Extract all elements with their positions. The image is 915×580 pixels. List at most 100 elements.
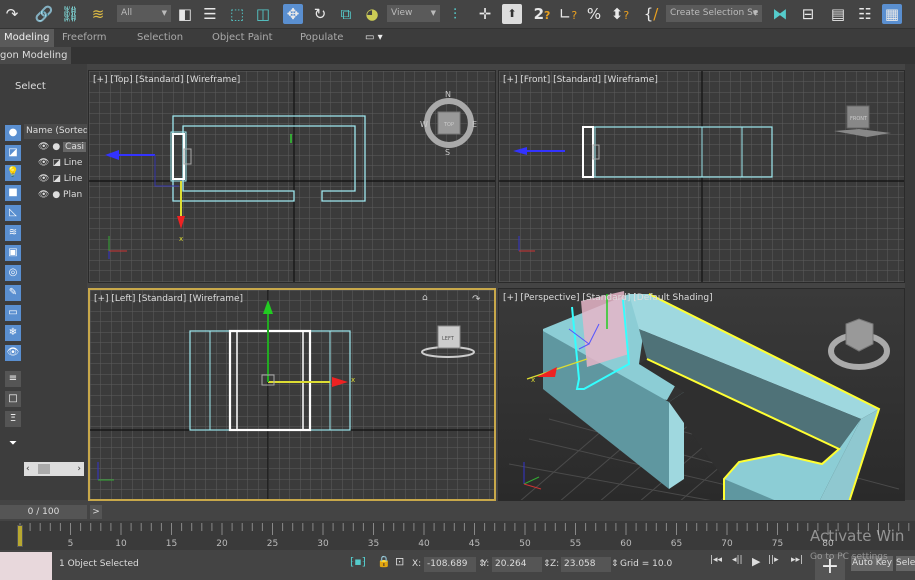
display-bones-icon[interactable]: ✎	[5, 285, 21, 301]
grid-spacing: Grid = 10.0	[620, 559, 673, 569]
scene-explorer-icon[interactable]: ☷	[855, 4, 875, 24]
pivot-icon[interactable]: ◕	[362, 4, 382, 24]
display-spacewarps-icon[interactable]: ≋	[5, 225, 21, 241]
display-cameras-icon[interactable]: ■	[5, 185, 21, 201]
chevron-down-icon: ▼	[161, 9, 167, 17]
display-shapes-icon[interactable]: ◪	[5, 145, 21, 161]
select-object-icon[interactable]: ◧	[175, 4, 195, 24]
list-item[interactable]: 👁 ◪ Line	[38, 156, 82, 171]
pivot-center-icon[interactable]: ⫶	[445, 4, 465, 24]
name-column-header[interactable]: Name (Sorted A	[24, 124, 87, 139]
viewcube	[845, 318, 874, 352]
viewport-perspective[interactable]: x [+] [Perspective] [Standard] [Default …	[498, 288, 905, 501]
align-icon[interactable]: ⊟	[798, 4, 818, 24]
tab-selection[interactable]: Selection	[137, 29, 183, 47]
list-item[interactable]: 👁 ● Plan	[38, 188, 82, 203]
horizontal-scrollbar[interactable]: ‹ ›	[24, 462, 84, 476]
move-icon[interactable]: ✥	[283, 4, 303, 24]
viewport-left-active[interactable]: x LEFT ⌂ ↷ [+] [Left] [Standard] [Wirefr…	[88, 288, 496, 501]
visibility-eye-icon[interactable]: 👁	[38, 142, 49, 152]
viewport-label[interactable]: [+] [Perspective] [Standard] [Default Sh…	[503, 293, 713, 303]
isolate-selection-icon[interactable]: ⁅▪⁆	[350, 555, 366, 568]
unlink-icon[interactable]: ⛓	[60, 4, 80, 24]
display-helpers-icon[interactable]: ◺	[5, 205, 21, 221]
time-slider-thumb[interactable]: 0 / 100	[0, 505, 87, 519]
x-coordinate-field[interactable]: -108.689	[424, 557, 476, 572]
select-menu[interactable]: Select	[15, 81, 46, 92]
scroll-thumb[interactable]	[38, 464, 50, 474]
viewport-label[interactable]: [+] [Top] [Standard] [Wireframe]	[93, 75, 240, 85]
viewport-front[interactable]: FRONT [+] [Front] [Standard] [Wireframe]	[498, 70, 905, 283]
ribbon-options-icon[interactable]: ▭ ▾	[365, 29, 383, 47]
tab-modeling[interactable]: Modeling	[0, 29, 54, 47]
visibility-eye-icon[interactable]: 👁	[38, 158, 49, 168]
tab-object-paint[interactable]: Object Paint	[212, 29, 273, 47]
go-to-end-icon[interactable]: ▸▸|	[791, 555, 803, 565]
select-manipulate-icon[interactable]: ✛	[475, 4, 495, 24]
current-frame-marker[interactable]	[17, 525, 23, 547]
snap-toggle-icon[interactable]: 2?	[532, 4, 552, 24]
geometry-icon: ●	[52, 190, 61, 200]
selected-key-filter[interactable]: Sele	[896, 556, 915, 571]
selection-filter-dropdown[interactable]: All ▼	[117, 5, 171, 22]
keyboard-shortcut-icon[interactable]: ⬆	[502, 4, 522, 24]
edit-named-selection-icon[interactable]: {/	[641, 4, 661, 24]
spinner-snap-icon[interactable]: ⬍?	[610, 4, 630, 24]
selection-lock-icon[interactable]: 🔒	[377, 555, 391, 568]
z-spinner-icon[interactable]: ⇕	[611, 557, 619, 572]
track-bar[interactable]: 05101520253035404550556065707580 Activat…	[0, 521, 915, 550]
display-geometry-icon[interactable]: ●	[5, 125, 21, 141]
next-frame-button[interactable]: >	[90, 505, 102, 519]
next-frame-icon[interactable]: ||▸	[768, 555, 779, 565]
select-by-name-icon[interactable]: ☰	[200, 4, 220, 24]
link-icon[interactable]: 🔗	[34, 4, 54, 24]
list-item[interactable]: 👁 ● Casi	[38, 140, 87, 155]
filter-icon[interactable]: ⏷	[5, 436, 21, 452]
go-to-start-icon[interactable]: |◂◂	[710, 555, 722, 565]
list-item[interactable]: 👁 ◪ Line	[38, 172, 82, 187]
redo-icon[interactable]: ↷	[2, 4, 22, 24]
display-hidden-icon[interactable]: 👁	[5, 345, 21, 361]
scale-icon[interactable]: ⧉	[336, 4, 356, 24]
display-groups-icon[interactable]: ▣	[5, 245, 21, 261]
tab-polygon-modeling[interactable]: gon Modeling	[0, 47, 72, 64]
tab-freeform[interactable]: Freeform	[62, 29, 107, 47]
rect-selection-icon[interactable]: ⬚	[227, 4, 247, 24]
z-coordinate-field[interactable]: 23.058	[561, 557, 611, 572]
display-invert-icon[interactable]: Ξ	[5, 411, 21, 427]
maxscript-listener[interactable]	[0, 552, 52, 580]
y-coordinate-field[interactable]: 20.264	[492, 557, 542, 572]
scroll-left-icon[interactable]: ‹	[24, 464, 30, 474]
scene-explorer: Select Name (Sorted A 👁 ● Casi 👁 ◪ Line …	[0, 64, 87, 500]
display-none-icon[interactable]: □	[5, 391, 21, 407]
layer-explorer-icon[interactable]: ▤	[828, 4, 848, 24]
toggle-ribbon-icon[interactable]: ▦	[882, 4, 902, 24]
named-selection-dropdown[interactable]: Create Selection Se ▼	[666, 5, 762, 22]
viewport-label[interactable]: [+] [Front] [Standard] [Wireframe]	[503, 75, 658, 85]
frame-tick-label: 50	[519, 539, 531, 549]
window-crossing-icon[interactable]: ◫	[253, 4, 273, 24]
display-lights-icon[interactable]: 💡	[5, 165, 21, 181]
bind-spacewarp-icon[interactable]: ≋	[88, 4, 108, 24]
play-icon[interactable]: ▶	[752, 555, 760, 568]
percent-snap-icon[interactable]: %	[584, 4, 604, 24]
display-particles-icon[interactable]: ❄	[5, 325, 21, 341]
viewport-label[interactable]: [+] [Left] [Standard] [Wireframe]	[94, 294, 243, 304]
frame-tick-label: 25	[267, 539, 278, 549]
display-all-icon[interactable]: ≡	[5, 371, 21, 387]
display-xrefs-icon[interactable]: ◎	[5, 265, 21, 281]
mirror-icon[interactable]: ⧓	[770, 4, 790, 24]
tab-populate[interactable]: Populate	[300, 29, 343, 47]
visibility-eye-icon[interactable]: 👁	[38, 174, 49, 184]
rotate-icon[interactable]: ↻	[310, 4, 330, 24]
angle-snap-icon[interactable]: ∟?	[558, 4, 578, 24]
selection-filter-value: All	[121, 8, 133, 18]
previous-frame-icon[interactable]: ◂||	[732, 555, 743, 565]
display-containers-icon[interactable]: ▭	[5, 305, 21, 321]
viewport-top[interactable]: x TOP N E S W [+] [Top] [Standard] [Wire…	[88, 70, 496, 283]
scroll-right-icon[interactable]: ›	[77, 462, 81, 476]
time-slider-track[interactable]: 0 / 100 >	[0, 503, 915, 521]
visibility-eye-icon[interactable]: 👁	[38, 190, 49, 200]
absolute-mode-icon[interactable]: ⊡	[395, 555, 404, 568]
reference-coordinate-dropdown[interactable]: View ▼	[387, 5, 440, 22]
